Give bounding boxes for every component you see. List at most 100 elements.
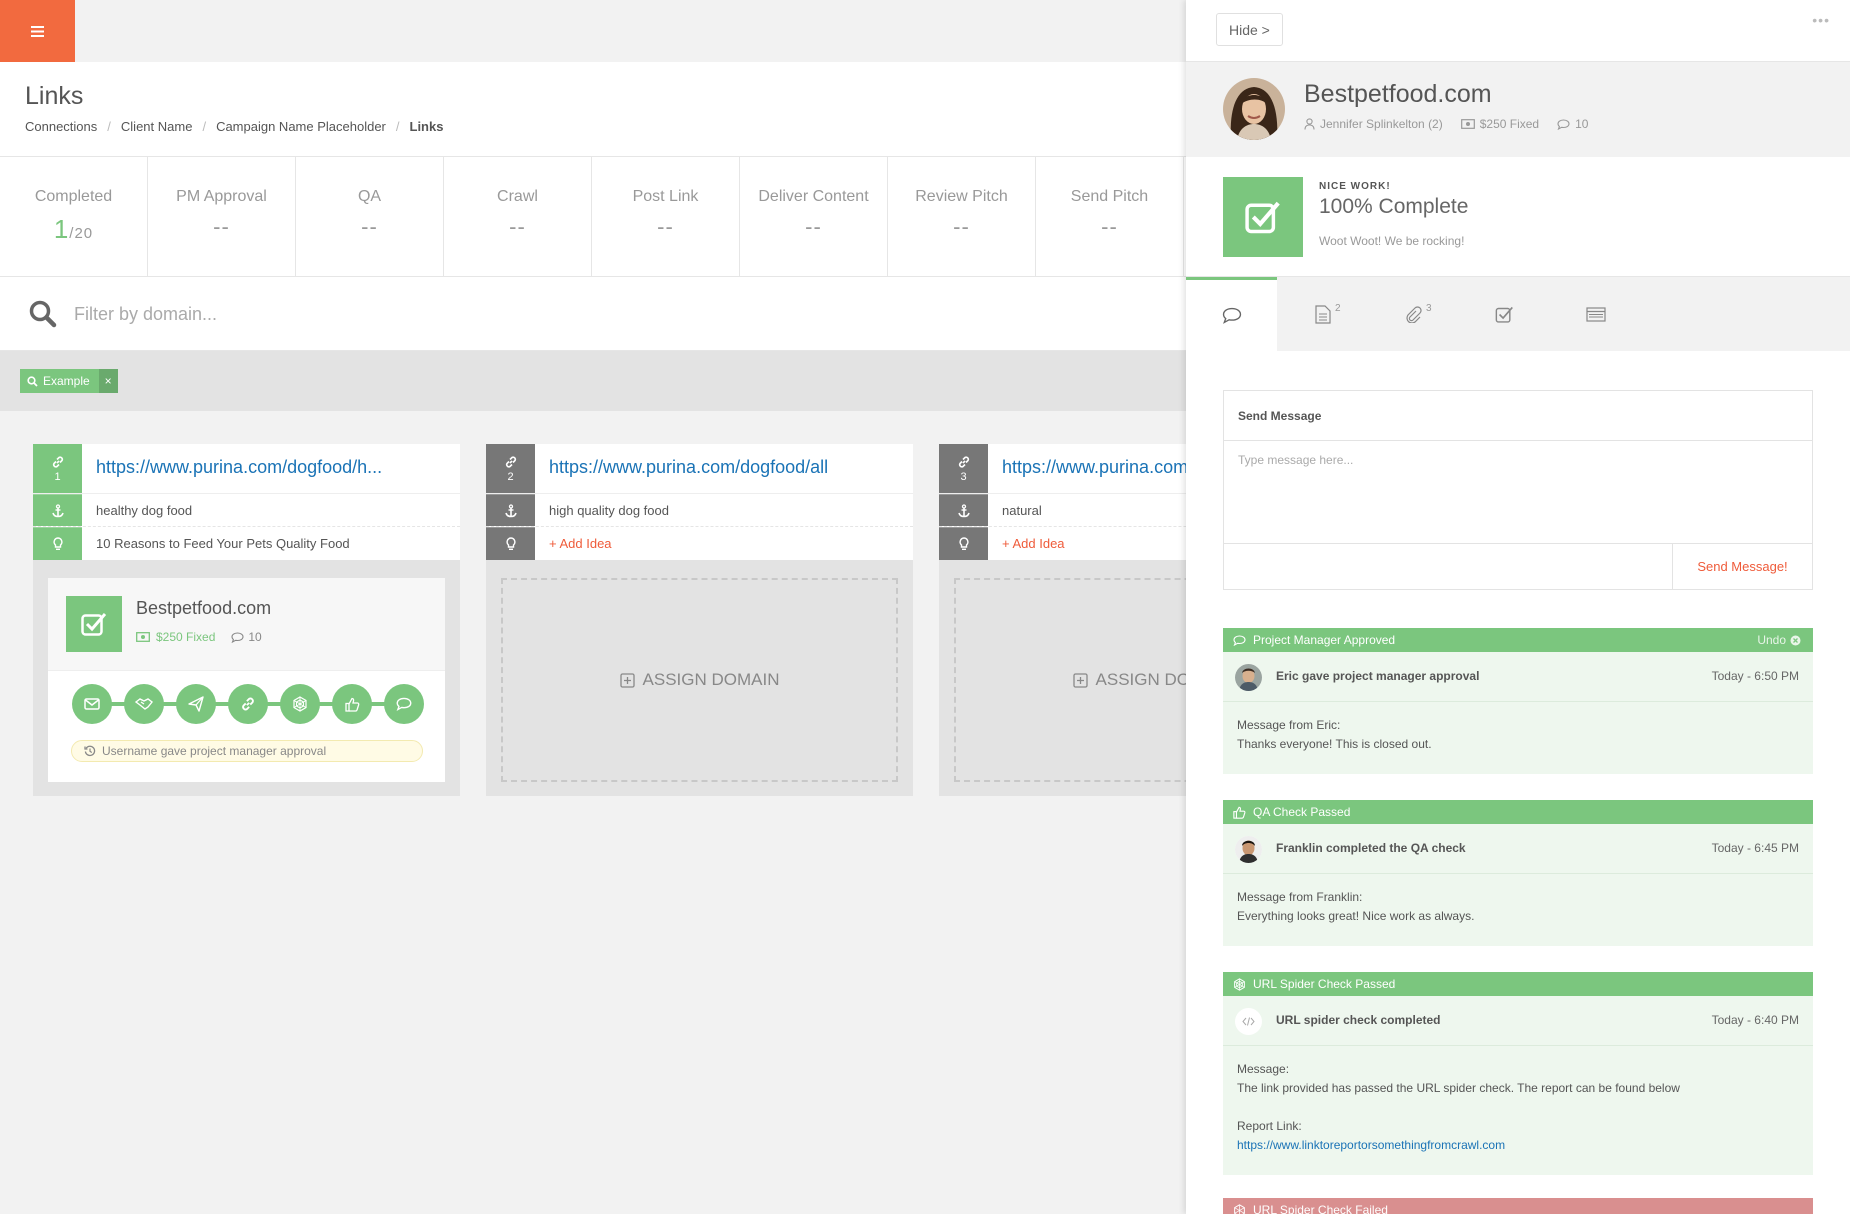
stat-label: Review Pitch bbox=[915, 188, 1008, 205]
activity-row: URL spider check completed Today - 6:40 … bbox=[1223, 996, 1813, 1046]
report-link[interactable]: https://www.linktoreportorsomethingfromc… bbox=[1237, 1138, 1505, 1152]
stat-value: -- bbox=[1101, 214, 1118, 239]
add-idea-link[interactable]: + Add Idea bbox=[1002, 536, 1065, 551]
page-header: Links Connections / Client Name / Campai… bbox=[0, 62, 1186, 157]
link-card-url-row: 2 https://www.purina.com/dogfood/all bbox=[486, 444, 913, 494]
panel-header: Bestpetfood.com Jennifer Splinkelton (2)… bbox=[1186, 62, 1850, 157]
panel-price: $250 Fixed bbox=[1460, 117, 1539, 131]
activity-item: URL Spider Check Failed bbox=[1223, 1198, 1813, 1214]
tab-count: 3 bbox=[1426, 303, 1432, 314]
activity-actor: Franklin completed the QA check bbox=[1276, 841, 1466, 855]
step-handshake-icon[interactable] bbox=[124, 684, 164, 724]
stats-bar: Completed 1/20 PM Approval -- QA -- Craw… bbox=[0, 157, 1186, 277]
lightbulb-icon bbox=[505, 537, 516, 551]
link-url[interactable]: https://www.purina.com/dogfood/all bbox=[549, 457, 828, 478]
link-icon bbox=[52, 455, 63, 468]
step-comment-icon[interactable] bbox=[384, 684, 424, 724]
domain-filter-input[interactable] bbox=[74, 297, 774, 331]
money-icon bbox=[1460, 119, 1475, 129]
link-card-url-row: 1 https://www.purina.com/dogfood/h... bbox=[33, 444, 460, 494]
stat-label: QA bbox=[357, 188, 382, 205]
hide-panel-button[interactable]: Hide > bbox=[1216, 13, 1283, 46]
assigned-domain[interactable]: Bestpetfood.com $250 Fixed 10 Username g… bbox=[48, 578, 445, 782]
thumbs-up-icon bbox=[1233, 806, 1246, 819]
tab-attachments[interactable]: 3 bbox=[1368, 277, 1459, 351]
avatar bbox=[1235, 664, 1262, 691]
anchor-icon bbox=[504, 503, 517, 517]
step-thumbs-up-icon[interactable] bbox=[332, 684, 372, 724]
breadcrumb-separator: / bbox=[107, 119, 111, 134]
spider-web-icon bbox=[1234, 1203, 1245, 1214]
panel-owner: Jennifer Splinkelton (2) bbox=[1304, 117, 1443, 131]
panel-meta: Jennifer Splinkelton (2) $250 Fixed 10 bbox=[1304, 117, 1588, 131]
add-idea-link[interactable]: + Add Idea bbox=[549, 536, 612, 551]
stat-deliver-content[interactable]: Deliver Content -- bbox=[740, 157, 888, 276]
status-kicker: NICE WORK! bbox=[1319, 181, 1391, 192]
tab-details[interactable] bbox=[1550, 277, 1641, 351]
stat-send-pitch[interactable]: Send Pitch -- bbox=[1036, 157, 1184, 276]
undo-button[interactable]: Undo bbox=[1757, 633, 1801, 647]
domain-header: Bestpetfood.com $250 Fixed 10 bbox=[48, 578, 445, 671]
activity-header: QA Check Passed bbox=[1223, 800, 1813, 824]
send-message-title: Send Message bbox=[1238, 409, 1322, 423]
avatar bbox=[1235, 836, 1262, 863]
activity-header: URL Spider Check Failed bbox=[1223, 1198, 1813, 1214]
stat-value: -- bbox=[805, 214, 822, 239]
link-card-idea-row: 10 Reasons to Feed Your Pets Quality Foo… bbox=[33, 527, 460, 560]
send-message-button[interactable]: Send Message! bbox=[1672, 543, 1812, 590]
breadcrumb-client[interactable]: Client Name bbox=[121, 119, 193, 134]
hamburger-icon bbox=[31, 25, 44, 37]
progress-steps bbox=[72, 684, 424, 724]
activity-actor: URL spider check completed bbox=[1276, 1013, 1441, 1027]
panel-toolbar: Hide > ••• bbox=[1186, 0, 1850, 62]
code-icon bbox=[1235, 1008, 1262, 1035]
activity-time: Today - 6:40 PM bbox=[1711, 1013, 1799, 1027]
breadcrumb-campaign[interactable]: Campaign Name Placeholder bbox=[216, 119, 386, 134]
breadcrumb-current: Links bbox=[409, 119, 444, 134]
spider-web-icon bbox=[1234, 977, 1245, 991]
link-url[interactable]: https://www.purina.com/dogfood/h... bbox=[96, 457, 382, 478]
stat-value: 1/20 bbox=[53, 214, 94, 244]
anchor-icon bbox=[51, 503, 64, 517]
tab-messages[interactable] bbox=[1186, 277, 1277, 351]
stat-post-link[interactable]: Post Link -- bbox=[592, 157, 740, 276]
tab-tasks[interactable] bbox=[1459, 277, 1550, 351]
stat-crawl[interactable]: Crawl -- bbox=[444, 157, 592, 276]
domain-comments: 10 bbox=[231, 630, 262, 644]
activity-item: Project Manager Approved Undo Eric gave … bbox=[1223, 628, 1813, 774]
assign-domain-button[interactable]: ASSIGN DOMAIN bbox=[501, 578, 898, 782]
activity-time: Today - 6:50 PM bbox=[1711, 669, 1799, 683]
step-link-icon[interactable] bbox=[228, 684, 268, 724]
anchor-cell bbox=[33, 494, 82, 526]
status-note: Woot Woot! We be rocking! bbox=[1319, 234, 1465, 248]
send-message-form: Send Message Send Message! bbox=[1223, 390, 1813, 590]
stat-pm-approval[interactable]: PM Approval -- bbox=[148, 157, 296, 276]
breadcrumb-connections[interactable]: Connections bbox=[25, 119, 97, 134]
comment-icon bbox=[1557, 118, 1570, 130]
link-number: 3 bbox=[939, 444, 988, 493]
plus-square-icon bbox=[619, 672, 635, 688]
stat-completed[interactable]: Completed 1/20 bbox=[0, 157, 148, 276]
tab-documents[interactable]: 2 bbox=[1277, 277, 1368, 351]
stat-qa[interactable]: QA -- bbox=[296, 157, 444, 276]
activity-message: Message: The link provided has passed th… bbox=[1237, 1062, 1680, 1152]
stat-value: -- bbox=[953, 214, 970, 239]
link-card-anchor-row: high quality dog food bbox=[486, 494, 913, 527]
activity-time: Today - 6:45 PM bbox=[1711, 841, 1799, 855]
breadcrumb-separator: / bbox=[395, 119, 400, 134]
domain-name[interactable]: Bestpetfood.com bbox=[136, 598, 271, 619]
stat-review-pitch[interactable]: Review Pitch -- bbox=[888, 157, 1036, 276]
step-spider-icon[interactable] bbox=[280, 684, 320, 724]
idea-title: 10 Reasons to Feed Your Pets Quality Foo… bbox=[96, 536, 350, 551]
filter-tag-remove-button[interactable]: × bbox=[98, 369, 118, 393]
more-options-icon[interactable]: ••• bbox=[1812, 12, 1830, 28]
menu-button[interactable] bbox=[0, 0, 75, 62]
step-email-icon[interactable] bbox=[72, 684, 112, 724]
stat-label: Post Link bbox=[632, 188, 699, 205]
message-input[interactable] bbox=[1238, 453, 1798, 533]
close-circle-icon bbox=[1790, 635, 1801, 645]
stat-label: Completed bbox=[34, 188, 113, 205]
step-send-icon[interactable] bbox=[176, 684, 216, 724]
filter-tag[interactable]: Example × bbox=[20, 369, 118, 393]
anchor-icon bbox=[957, 503, 970, 517]
